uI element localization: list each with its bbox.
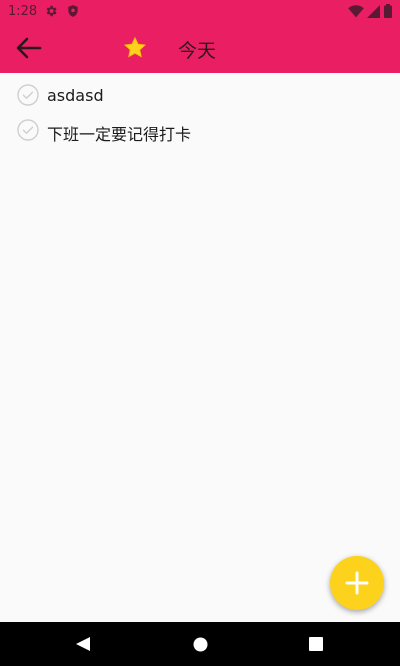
toolbar: 今天 [0, 24, 400, 73]
star-icon [124, 37, 146, 58]
shield-icon [68, 5, 78, 17]
plus-icon [345, 571, 369, 595]
battery-icon [384, 4, 392, 18]
wifi-icon [348, 5, 364, 18]
back-button[interactable] [14, 34, 44, 62]
task-text: asdasd [47, 86, 104, 105]
list-item[interactable]: 下班一定要记得打卡 [0, 108, 400, 144]
check-circle-icon[interactable] [17, 84, 39, 106]
nav-recents-icon[interactable] [309, 637, 323, 651]
status-bar: 1:28 [0, 0, 400, 24]
add-task-button[interactable] [330, 556, 384, 610]
nav-home-icon[interactable] [193, 637, 208, 652]
task-text: 下班一定要记得打卡 [47, 125, 192, 144]
list-item[interactable]: asdasd [0, 73, 400, 108]
page-title: 今天 [178, 40, 217, 62]
status-time: 1:28 [8, 4, 38, 19]
signal-icon [367, 5, 380, 18]
nav-bar [0, 622, 400, 666]
check-circle-icon[interactable] [17, 119, 39, 141]
nav-back-icon[interactable] [75, 636, 91, 652]
task-list: asdasd 下班一定要记得打卡 [0, 73, 400, 144]
gear-icon [46, 5, 57, 17]
